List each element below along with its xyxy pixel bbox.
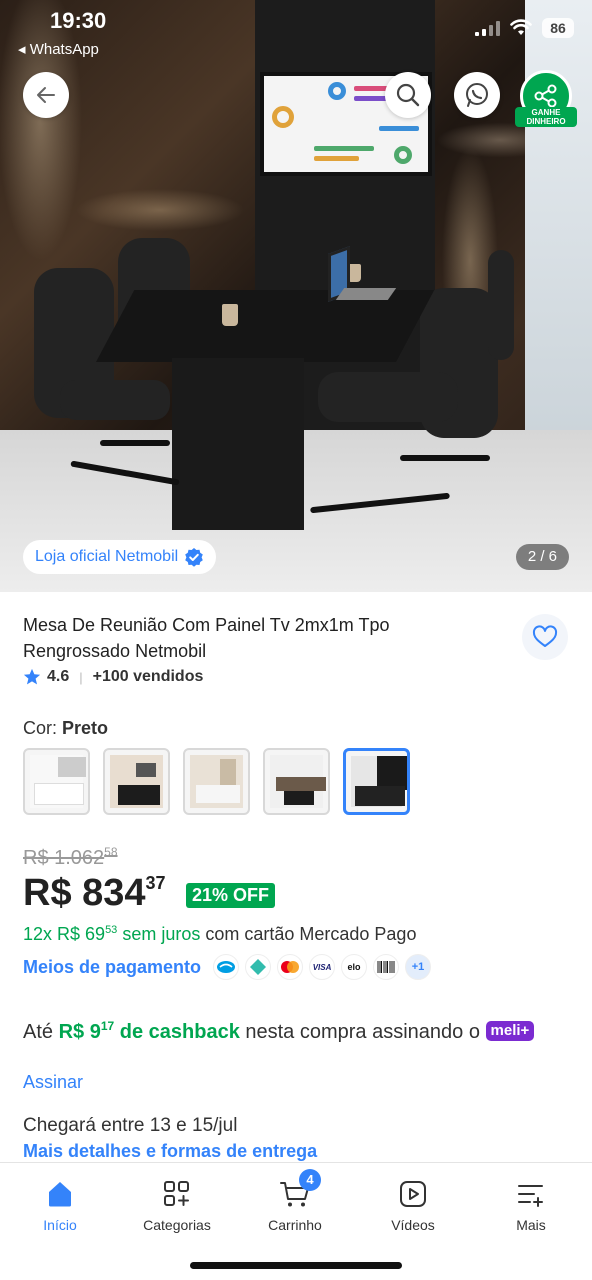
discount-badge: 21% OFF — [186, 883, 276, 908]
pix-icon — [245, 954, 272, 980]
favorite-button[interactable] — [522, 614, 568, 660]
cart-count-badge: 4 — [299, 1169, 321, 1191]
menu-icon — [518, 1185, 543, 1207]
color-swatches — [23, 748, 410, 815]
search-button[interactable] — [385, 72, 431, 118]
nav-item-more[interactable]: Mais — [481, 1177, 581, 1233]
home-icon — [49, 1182, 71, 1207]
current-price: R$ 83437 — [23, 872, 166, 914]
color-swatch-wood-white[interactable] — [103, 748, 170, 815]
rating-value: 4.6 — [47, 668, 70, 685]
table-base — [172, 358, 304, 530]
nav-item-categories[interactable]: Categorias — [127, 1177, 227, 1233]
nav-label: Vídeos — [391, 1217, 435, 1233]
payment-methods-link[interactable]: Meios de pagamento — [23, 957, 201, 978]
whatsapp-share-button[interactable] — [454, 72, 500, 118]
delivery-estimate: Chegará entre 13 e 15/jul — [23, 1115, 238, 1136]
installments-info: 12x R$ 6953 sem juros com cartão Mercado… — [23, 924, 417, 944]
wifi-icon — [510, 19, 532, 35]
nav-item-cart[interactable]: 4 Carrinho — [245, 1169, 345, 1233]
divider: | — [79, 669, 83, 685]
mercadopago-icon — [213, 954, 240, 980]
meli-plus-badge: meli+ — [485, 1021, 535, 1041]
chair — [488, 250, 514, 360]
chair-seat — [60, 380, 170, 420]
cashback-info: Até R$ 917 de cashback nesta compra assi… — [23, 1012, 563, 1047]
nav-label: Início — [43, 1217, 77, 1233]
boleto-icon — [373, 954, 400, 980]
chair-seat — [318, 372, 458, 422]
original-price: R$ 1.06258 — [23, 845, 118, 869]
mastercard-icon — [277, 954, 304, 980]
nav-item-videos[interactable]: Vídeos — [363, 1177, 463, 1233]
share-icon — [534, 84, 557, 108]
table-top — [96, 290, 435, 362]
official-store-label: Loja oficial Netmobil — [35, 548, 179, 565]
sold-count: +100 vendidos — [92, 668, 204, 685]
rating-row[interactable]: 4.6 | +100 vendidos — [23, 668, 203, 686]
more-payment-methods[interactable]: +1 — [405, 954, 432, 980]
image-counter: 2 / 6 — [515, 544, 569, 570]
whatsapp-icon — [466, 83, 488, 107]
search-icon — [396, 83, 420, 107]
color-swatch-white[interactable] — [23, 748, 90, 815]
color-swatch-wood-dark[interactable] — [263, 748, 330, 815]
back-to-app-link[interactable]: ◂ WhatsApp — [18, 40, 99, 58]
delivery-details-link[interactable]: Mais detalhes e formas de entrega — [23, 1141, 317, 1162]
heart-icon — [532, 625, 558, 647]
visa-icon: VISA — [309, 954, 336, 980]
nav-item-home[interactable]: Início — [10, 1177, 110, 1233]
share-earn-label: GANHE DINHEIRO — [515, 107, 577, 127]
home-indicator — [190, 1262, 402, 1269]
status-time: 19:30 — [50, 8, 107, 33]
star-icon — [23, 668, 41, 685]
battery-indicator: 86 — [542, 18, 574, 38]
payment-methods-row[interactable]: Meios de pagamento VISA elo +1 — [23, 954, 432, 980]
official-store-badge[interactable]: Loja oficial Netmobil — [23, 540, 217, 574]
color-label: Cor: Preto — [23, 718, 109, 738]
color-swatch-black[interactable] — [343, 748, 410, 815]
video-icon — [400, 1181, 426, 1207]
signal-icon — [475, 20, 500, 36]
window — [525, 0, 592, 470]
coffee-cup — [222, 304, 238, 326]
nav-label: Mais — [516, 1217, 546, 1233]
color-swatch-wood-light[interactable] — [183, 748, 250, 815]
categories-icon — [164, 1181, 189, 1206]
subscribe-link[interactable]: Assinar — [23, 1072, 83, 1093]
arrow-left-icon — [37, 87, 55, 103]
elo-icon: elo — [341, 954, 368, 980]
product-title: Mesa De Reunião Com Painel Tv 2mx1m Tpo … — [23, 615, 390, 661]
color-value: Preto — [62, 718, 109, 738]
nav-label: Carrinho — [268, 1217, 322, 1233]
product-image[interactable]: 19:30 ◂ WhatsApp 86 GANHE DINHEIRO Loja … — [0, 0, 592, 592]
back-button[interactable] — [23, 72, 69, 118]
verified-icon — [185, 548, 203, 567]
nav-label: Categorias — [143, 1217, 211, 1233]
